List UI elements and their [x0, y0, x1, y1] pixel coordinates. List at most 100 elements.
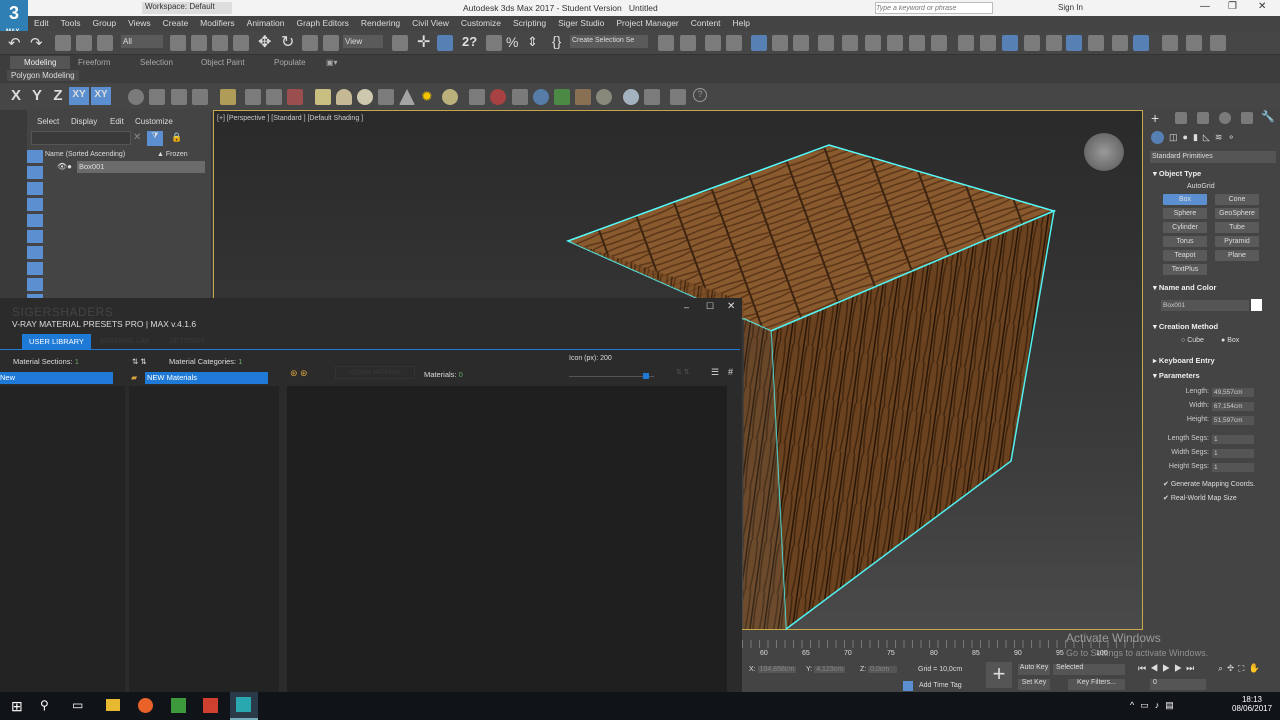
menu-animation[interactable]: Animation [241, 16, 291, 31]
tray-icons[interactable]: ^▭♪▤ [1130, 700, 1180, 711]
move-icon[interactable]: ✥ [258, 32, 271, 52]
menu-edit[interactable]: Edit [28, 16, 55, 31]
search-input[interactable] [875, 2, 993, 14]
help-icon[interactable]: ? [693, 88, 707, 102]
menu-tools[interactable]: Tools [55, 16, 87, 31]
render-setup-icon[interactable] [842, 35, 858, 51]
box-radio[interactable]: ● Box [1221, 337, 1239, 344]
redo-icon[interactable]: ↷ [30, 34, 43, 52]
clock[interactable]: 18:13 08/06/2017 [1232, 695, 1272, 713]
visibility-icon[interactable]: 👁● [57, 162, 72, 171]
rollout-name-and-color[interactable]: ▾ Name and Color [1153, 283, 1271, 292]
array-icon[interactable] [1162, 35, 1178, 51]
minimize-button[interactable]: — [1200, 1, 1210, 12]
face-snap-icon[interactable] [1046, 35, 1062, 51]
clone-align-icon[interactable] [1210, 35, 1226, 51]
menu-create[interactable]: Create [157, 16, 195, 31]
grass-icon[interactable] [554, 89, 570, 105]
camtasia-icon[interactable] [171, 698, 186, 713]
category-item-new-materials[interactable]: NEW Materials [145, 372, 268, 384]
select-object-icon[interactable] [170, 35, 186, 51]
key-filters-button[interactable]: Key Filters... [1068, 679, 1125, 690]
snaps-toggle-icon[interactable]: 2? [462, 34, 477, 49]
list-icon[interactable] [171, 89, 187, 105]
angle-snap-icon[interactable] [486, 35, 502, 51]
keyboard-shortcut-override-icon[interactable] [437, 35, 453, 51]
explorer-menu-select[interactable]: Select [37, 117, 59, 126]
sphere-light-2-icon[interactable] [357, 89, 373, 105]
select-manipulate-icon[interactable]: ✛ [417, 32, 430, 52]
midpoint-snap-icon[interactable] [1088, 35, 1104, 51]
explorer-search-input[interactable] [31, 131, 131, 145]
named-selection-dropdown[interactable]: Create Selection Se [570, 35, 648, 48]
dome-light-icon[interactable] [336, 89, 352, 105]
sort-icon[interactable]: ⇅ ⇅ [132, 357, 147, 366]
bbox-snap-icon[interactable] [1002, 35, 1018, 51]
y-coordinate[interactable]: Y: 4,123cm [806, 666, 846, 673]
x-coordinate[interactable]: X: 104,858cm [749, 666, 797, 673]
clipper-icon[interactable] [533, 89, 549, 105]
height-spinner[interactable]: 51,597cm [1212, 416, 1254, 425]
menu-project-manager[interactable]: Project Manager [610, 16, 684, 31]
icon-size-slider-thumb[interactable] [642, 373, 649, 379]
vray-maximize-button[interactable]: ☐ [706, 301, 714, 312]
hierarchy-tab-icon[interactable] [1197, 112, 1209, 124]
spacing-tool-icon[interactable] [1186, 35, 1202, 51]
ribbon-panel-polygon-modeling[interactable]: Polygon Modeling [7, 70, 79, 81]
workspace-dropdown[interactable]: Workspace: Default [142, 2, 232, 14]
ribbon-options-icon[interactable]: ▣▾ [326, 58, 338, 67]
spinner-snap-icon[interactable]: ⇕ [527, 34, 538, 50]
curve-editor-icon[interactable] [772, 35, 788, 51]
frozen-snap-icon[interactable] [1112, 35, 1128, 51]
motion-tab-icon[interactable] [1219, 112, 1231, 124]
unlink-icon[interactable] [76, 35, 92, 51]
grid-snap-icon[interactable] [958, 35, 974, 51]
cone-light-icon[interactable] [399, 89, 415, 105]
tab-settings[interactable]: SETTINGS [170, 338, 205, 345]
render-cloud-icon[interactable] [909, 35, 925, 51]
rollout-parameters[interactable]: ▾ Parameters [1153, 371, 1271, 380]
frame-buffer-icon[interactable] [670, 89, 686, 105]
set-key-button[interactable]: Set Key [1018, 679, 1050, 690]
axis-x-button[interactable]: X [6, 87, 26, 104]
explorer-row-box001[interactable]: Box001 [77, 161, 205, 173]
object-name-input[interactable]: Box001 [1161, 300, 1249, 311]
length-segs-spinner[interactable]: 1 [1212, 435, 1254, 444]
geosphere-button[interactable]: GeoSphere [1215, 208, 1259, 219]
menu-scripting[interactable]: Scripting [507, 16, 552, 31]
explorer-menu-display[interactable]: Display [71, 117, 97, 126]
category-icons[interactable]: ◫●▮◺≋⚬ [1169, 132, 1240, 143]
lock-icon[interactable]: 🔒 [171, 132, 182, 143]
sort-buttons[interactable]: ⇅ ⇅ [676, 368, 690, 376]
menu-views[interactable]: Views [122, 16, 157, 31]
sun-icon[interactable]: ✹ [421, 88, 433, 105]
menu-help[interactable]: Help [727, 16, 756, 31]
firefox-icon[interactable] [138, 698, 153, 713]
axis-xy-snap-button[interactable]: XY [91, 87, 111, 105]
tab-user-library[interactable]: USER LIBRARY [22, 334, 91, 349]
start-icon[interactable]: ⊞ [11, 698, 23, 715]
tab-material-lab[interactable]: MATERIAL LAB [100, 338, 149, 345]
close-button[interactable]: ✕ [1258, 1, 1266, 12]
icon-size-slider[interactable] [569, 373, 654, 379]
display-tab-icon[interactable] [1241, 112, 1253, 124]
primitive-type-dropdown[interactable]: Standard Primitives [1150, 151, 1276, 163]
teapot-button[interactable]: Teapot [1163, 250, 1207, 261]
vray-close-button[interactable]: ✕ [727, 301, 735, 312]
menu-rendering[interactable]: Rendering [355, 16, 406, 31]
current-frame-input[interactable]: 0 [1150, 679, 1206, 690]
menu-group[interactable]: Group [87, 16, 123, 31]
width-spinner[interactable]: 67,154cm [1212, 402, 1254, 411]
fur-icon[interactable] [469, 89, 485, 105]
autogrid-checkbox[interactable]: AutoGrid [1187, 183, 1215, 190]
create-tab-icon[interactable]: + [1151, 110, 1159, 126]
menu-siger-studio[interactable]: Siger Studio [552, 16, 610, 31]
vertex-snap-icon[interactable] [980, 35, 996, 51]
file-explorer-icon[interactable] [106, 699, 120, 711]
selected-dropdown[interactable]: Selected [1053, 664, 1125, 675]
render-view-icon[interactable] [931, 35, 947, 51]
edge-snap-icon[interactable] [1024, 35, 1040, 51]
rectangular-selection-icon[interactable] [212, 35, 228, 51]
explorer-filter-bar[interactable] [27, 150, 43, 298]
rollout-keyboard-entry[interactable]: ▸ Keyboard Entry [1153, 356, 1271, 365]
